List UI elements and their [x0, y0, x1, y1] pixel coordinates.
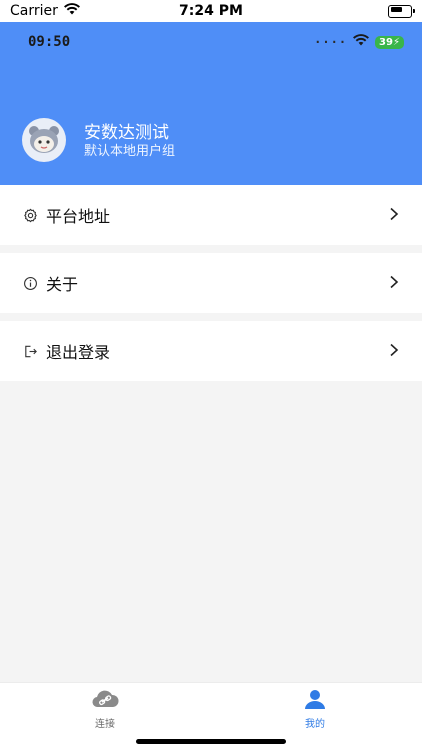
- menu-label: 平台地址: [46, 207, 111, 226]
- chevron-right-icon: [388, 342, 400, 361]
- avatar[interactable]: [22, 118, 66, 162]
- menu-label: 退出登录: [46, 343, 111, 362]
- app-status-bar: 09:50 ···· 39⚡: [28, 34, 404, 50]
- tab-connect[interactable]: 连接: [75, 689, 135, 730]
- chevron-right-icon: [388, 274, 400, 293]
- app-clock: 09:50: [28, 34, 71, 50]
- user-icon: [304, 690, 326, 713]
- carrier-label: Carrier: [10, 3, 58, 19]
- tab-label: 我的: [305, 719, 325, 730]
- logout-icon: [22, 343, 38, 359]
- ios-status-bar: Carrier 7:24 PM: [0, 0, 422, 22]
- menu-label: 关于: [46, 275, 79, 294]
- chevron-right-icon: [388, 206, 400, 225]
- info-icon: [22, 275, 38, 291]
- wifi-icon: [63, 3, 80, 19]
- ios-clock: 7:24 PM: [179, 3, 243, 19]
- app-battery-badge: 39⚡: [375, 35, 404, 49]
- cloud-link-icon: [90, 690, 120, 713]
- app-wifi-icon: [353, 34, 370, 50]
- tab-mine[interactable]: 我的: [285, 689, 345, 730]
- menu-item-logout[interactable]: 退出登录: [0, 321, 422, 381]
- menu-item-platform-address[interactable]: 平台地址: [0, 185, 422, 245]
- signal-dots-icon: ····: [314, 35, 348, 49]
- tab-label: 连接: [95, 719, 115, 730]
- menu-item-about[interactable]: 关于: [0, 253, 422, 313]
- battery-icon: [388, 4, 415, 18]
- home-indicator: [136, 739, 286, 744]
- settings-icon: [22, 207, 38, 223]
- user-group: 默认本地用户组: [84, 144, 176, 159]
- profile-header: 09:50 ···· 39⚡ 安数达测试 默认本地用户组: [0, 22, 422, 185]
